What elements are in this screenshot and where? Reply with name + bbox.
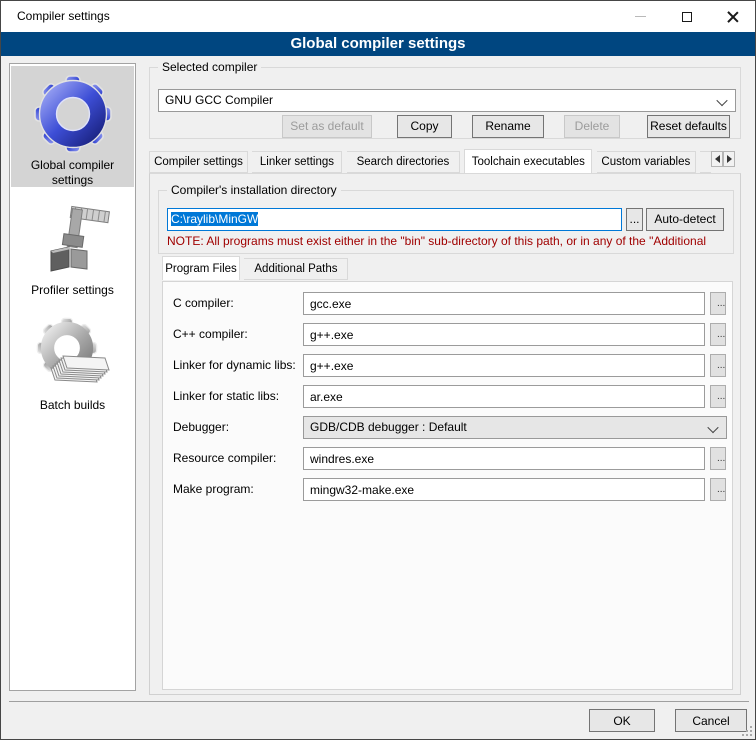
selected-compiler-group: Selected compiler GNU GCC Compiler Set a…: [149, 67, 741, 139]
delete-button: Delete: [564, 115, 620, 138]
cpp-compiler-row: C++ compiler: ...: [163, 323, 732, 346]
sidebar-item-label: Profiler settings: [11, 283, 134, 298]
tab-build[interactable]: Build: [700, 151, 711, 173]
debugger-select[interactable]: GDB/CDB debugger : Default: [303, 416, 727, 439]
program-files-panel: C compiler: ... C++ compiler: ... Linker…: [162, 281, 733, 690]
compiler-select-value: GNU GCC Compiler: [165, 93, 273, 107]
tab-custom-variables[interactable]: Custom variables: [597, 151, 696, 173]
titlebar: Compiler settings: [1, 1, 755, 32]
browse-button[interactable]: ...: [710, 385, 726, 408]
tab-search-directories[interactable]: Search directories: [347, 151, 460, 173]
browse-button[interactable]: ...: [710, 354, 726, 377]
tab-scroll-left-button[interactable]: [711, 151, 723, 167]
resize-grip-icon[interactable]: [740, 724, 752, 736]
selected-text: C:\raylib\MinGW: [171, 212, 258, 226]
auto-detect-button[interactable]: Auto-detect: [646, 208, 724, 231]
subtab-additional-paths[interactable]: Additional Paths: [244, 258, 348, 280]
group-label: Selected compiler: [158, 60, 261, 74]
dialog-banner: Global compiler settings: [1, 32, 755, 56]
minimize-button: [618, 1, 663, 32]
footer-separator: [9, 701, 749, 702]
sidebar-item-global-compiler-settings[interactable]: Global compiler settings: [11, 66, 134, 187]
rename-button[interactable]: Rename: [472, 115, 544, 138]
c-compiler-input[interactable]: [303, 292, 705, 315]
dynamic-linker-row: Linker for dynamic libs: ...: [163, 354, 732, 377]
cancel-button[interactable]: Cancel: [675, 709, 747, 732]
window-title: Compiler settings: [17, 1, 110, 32]
close-button[interactable]: [710, 1, 755, 32]
sidebar-item-profiler-settings[interactable]: Profiler settings: [11, 195, 134, 305]
field-label: Debugger:: [173, 420, 229, 434]
installation-directory-group: Compiler's installation directory C:\ray…: [158, 190, 734, 254]
tab-linker-settings[interactable]: Linker settings: [252, 151, 342, 173]
resource-compiler-row: Resource compiler: ...: [163, 447, 732, 470]
tab-toolchain-executables[interactable]: Toolchain executables: [464, 149, 592, 173]
close-icon: [727, 11, 739, 23]
set-as-default-button: Set as default: [282, 115, 372, 138]
blue-gear-icon: [31, 72, 115, 156]
gray-gear-stack-icon: [33, 316, 113, 396]
make-program-input[interactable]: [303, 478, 705, 501]
field-label: Linker for static libs:: [173, 389, 279, 403]
copy-button[interactable]: Copy: [397, 115, 452, 138]
maximize-button[interactable]: [664, 1, 709, 32]
tab-scroll-right-button[interactable]: [723, 151, 735, 167]
browse-button[interactable]: ...: [710, 323, 726, 346]
sidebar-item-label: Global compiler settings: [11, 158, 134, 188]
chevron-down-icon: [718, 98, 727, 107]
c-compiler-row: C compiler: ...: [163, 292, 732, 315]
reset-defaults-button[interactable]: Reset defaults: [647, 115, 730, 138]
installation-directory-input[interactable]: C:\raylib\MinGW: [167, 208, 622, 231]
tab-compiler-settings[interactable]: Compiler settings: [149, 151, 248, 173]
compiler-select[interactable]: GNU GCC Compiler: [158, 89, 736, 112]
resource-compiler-input[interactable]: [303, 447, 705, 470]
field-label: Linker for dynamic libs:: [173, 358, 296, 372]
field-label: C++ compiler:: [173, 327, 248, 341]
maximize-icon: [682, 12, 692, 22]
tab-scroll-right-icon: [727, 155, 736, 163]
sub-tabstrip: Program Files Additional Paths: [162, 256, 348, 281]
browse-directory-button[interactable]: ...: [626, 208, 643, 231]
minimize-icon: [635, 16, 646, 17]
group-label: Compiler's installation directory: [167, 183, 341, 197]
dynamic-linker-input[interactable]: [303, 354, 705, 377]
main-tabstrip: Compiler settings Linker settings Search…: [149, 149, 711, 173]
debugger-select-value: GDB/CDB debugger : Default: [310, 420, 467, 434]
sidebar-item-label: Batch builds: [11, 398, 134, 413]
browse-button[interactable]: ...: [710, 292, 726, 315]
subtab-program-files[interactable]: Program Files: [162, 256, 240, 280]
static-linker-row: Linker for static libs: ...: [163, 385, 732, 408]
cpp-compiler-input[interactable]: [303, 323, 705, 346]
ok-button[interactable]: OK: [589, 709, 655, 732]
field-label: C compiler:: [173, 296, 234, 310]
make-program-row: Make program: ...: [163, 478, 732, 501]
debugger-row: Debugger: GDB/CDB debugger : Default: [163, 416, 732, 439]
bin-subdirectory-note: NOTE: All programs must exist either in …: [167, 234, 731, 248]
tab-scroll-left-icon: [711, 155, 720, 163]
field-label: Make program:: [173, 482, 254, 496]
browse-button[interactable]: ...: [710, 447, 726, 470]
field-label: Resource compiler:: [173, 451, 276, 465]
settings-category-list: Global compiler settings Profiler settin…: [9, 63, 136, 691]
compiler-settings-window: Compiler settings Global compiler settin…: [0, 0, 756, 740]
toolchain-executables-panel: Compiler's installation directory C:\ray…: [149, 173, 741, 695]
sidebar-item-batch-builds[interactable]: Batch builds: [11, 310, 134, 422]
static-linker-input[interactable]: [303, 385, 705, 408]
browse-button[interactable]: ...: [710, 478, 726, 501]
caliper-icon: [33, 201, 113, 281]
chevron-down-icon: [709, 425, 718, 434]
